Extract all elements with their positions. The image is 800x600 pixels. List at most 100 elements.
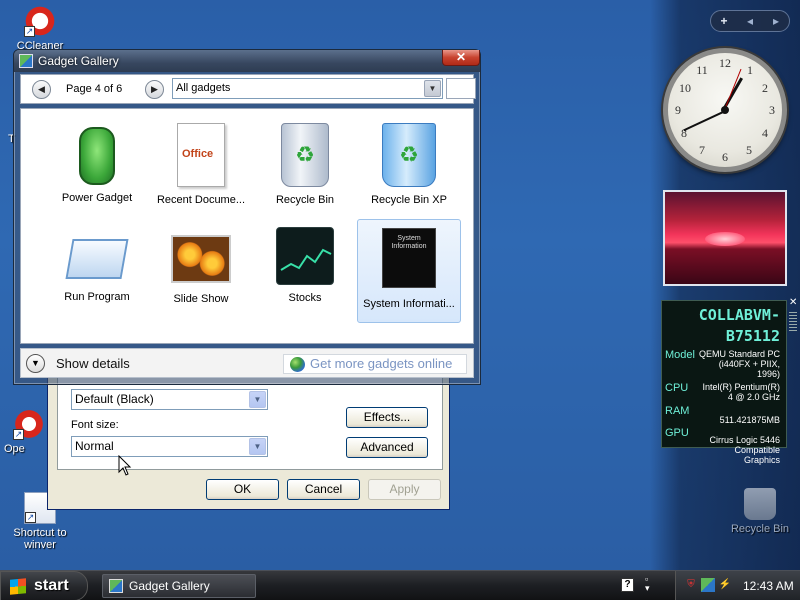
clock-number: 7 [699, 143, 705, 157]
title-bar[interactable]: Gadget Gallery ✕ [14, 50, 480, 72]
system-info-gadget[interactable]: COLLABVM- B75112 Model QEMU Standard PC … [661, 300, 787, 465]
globe-icon [290, 357, 305, 372]
clock-second-hand [724, 68, 742, 110]
sidebar-controls: + ◂ ▸ [710, 10, 790, 32]
gadget-name: System Informati... [363, 298, 455, 310]
gadget-name: Slide Show [173, 293, 229, 305]
category-select[interactable]: All gadgets ▼ [172, 78, 443, 99]
clock-number: 11 [696, 63, 708, 77]
clock-minute-hand [683, 110, 726, 132]
next-page-button[interactable]: ▶ [145, 80, 164, 99]
desktop-icon-ccleaner[interactable]: ↗ CCleaner [0, 5, 80, 52]
prev-gadgets-button[interactable]: ◂ [738, 14, 762, 28]
recycle-bin-icon [744, 488, 776, 520]
previous-page-button[interactable]: ◀ [32, 80, 51, 99]
recycle-bin-xp-icon: ♻ [382, 123, 436, 187]
clock-center [721, 106, 729, 114]
sunset-image [705, 232, 745, 246]
gadget-system-information[interactable]: System Information System Informati... [357, 219, 461, 323]
stocks-icon [276, 227, 334, 285]
clock-gadget[interactable]: 12 1 2 3 4 5 6 7 8 9 10 11 [663, 48, 787, 172]
help-icon[interactable]: ? [621, 578, 634, 592]
page-indicator: Page 4 of 6 [66, 83, 123, 95]
clock-number: 6 [722, 150, 728, 164]
battery-icon [79, 127, 115, 185]
clock-number: 9 [675, 103, 681, 117]
ok-button[interactable]: OK [206, 479, 279, 500]
gallery-footer: ▼ Show details Get more gadgets online [20, 348, 474, 378]
clock-number: 1 [747, 63, 753, 77]
add-gadget-button[interactable]: + [712, 14, 736, 28]
shortcut-arrow-icon: ↗ [13, 429, 24, 440]
hostname: COLLABVM- B75112 [698, 306, 780, 345]
gadget-power-gadget[interactable]: Power Gadget [45, 119, 149, 217]
gadget-close-icon[interactable]: ✕ [789, 298, 800, 309]
model-label: Model [665, 349, 695, 361]
font-size-select[interactable]: Normal ▼ [71, 436, 268, 457]
next-gadgets-button[interactable]: ▸ [764, 14, 788, 28]
clock-number: 2 [762, 81, 768, 95]
cpu-label: CPU [665, 382, 689, 394]
shortcut-arrow-icon: ↗ [24, 26, 35, 37]
desktop-icon-label: Shortcut to winver [13, 527, 67, 551]
slideshow-icon [171, 235, 231, 283]
font-size-label: Font size: [71, 419, 119, 431]
show-details-button[interactable]: ▼ [26, 354, 45, 373]
taskbar-clock[interactable]: 12:43 AM [743, 579, 794, 593]
safely-remove-icon[interactable]: ⚡ [718, 578, 732, 592]
system-tray: ⛨ ⚡ 12:43 AM [675, 571, 800, 600]
gadget-drag-handle[interactable] [789, 312, 797, 332]
windows-logo-icon [10, 578, 26, 595]
search-input[interactable] [446, 78, 476, 99]
mouse-cursor-icon [118, 455, 132, 476]
chevron-down-icon: ▼ [424, 80, 441, 97]
run-program-icon [65, 239, 129, 279]
gadget-grid: Power Gadget Office Recent Docume... ♻ R… [20, 108, 474, 344]
desktop-icon-recycle-bin[interactable]: Recycle Bin [720, 488, 800, 535]
gadget-gallery-icon [109, 579, 123, 593]
ccleaner-icon: ↗ [24, 5, 56, 37]
security-shield-icon[interactable]: ⛨ [684, 578, 698, 592]
chevron-down-icon: ▼ [249, 391, 266, 408]
gadget-gallery-icon [19, 54, 33, 68]
gadget-stocks[interactable]: Stocks [253, 223, 357, 321]
gadget-name: Power Gadget [61, 192, 133, 204]
gadget-gallery-window: Gadget Gallery ✕ ◀ Page 4 of 6 ▶ All gad… [13, 49, 481, 385]
advanced-button[interactable]: Advanced [346, 437, 428, 458]
gadget-name: Stocks [288, 292, 322, 304]
color-scheme-select[interactable]: Default (Black) ▼ [71, 389, 268, 410]
gadget-recycle-bin[interactable]: ♻ Recycle Bin [253, 119, 357, 217]
effects-button[interactable]: Effects... [346, 407, 428, 428]
close-button[interactable]: ✕ [442, 50, 480, 66]
system-info-icon: System Information [382, 228, 436, 288]
ram-label: RAM [665, 405, 690, 417]
gadget-name: Recycle Bin XP [371, 194, 447, 206]
shortcut-arrow-icon: ↗ [25, 512, 36, 523]
gadget-name: Recent Docume... [156, 194, 246, 206]
clock-number: 12 [719, 56, 731, 70]
recycle-bin-icon: ♻ [281, 123, 329, 187]
taskbar: start Gadget Gallery ⛨ ⚡ 12:43 AM [0, 570, 800, 600]
slideshow-gadget[interactable] [663, 190, 787, 286]
taskbar-item-gadget-gallery[interactable]: Gadget Gallery [102, 574, 256, 598]
chevron-down-icon: ▼ [249, 438, 266, 455]
clock-number: 10 [679, 81, 691, 95]
gadget-recycle-bin-xp[interactable]: ♻ Recycle Bin XP [357, 119, 461, 217]
cancel-button[interactable]: Cancel [287, 479, 360, 500]
gallery-toolbar: ◀ Page 4 of 6 ▶ All gadgets ▼ [20, 74, 476, 104]
gadget-recent-documents[interactable]: Office Recent Docume... [149, 119, 253, 217]
clock-number: 5 [746, 143, 752, 157]
start-button[interactable]: start [0, 571, 88, 600]
gadget-slide-show[interactable]: Slide Show [149, 223, 253, 321]
window-title: Gadget Gallery [38, 54, 119, 68]
show-details-label[interactable]: Show details [56, 356, 130, 371]
gadget-run-program[interactable]: Run Program [45, 223, 149, 321]
gadget-name: Recycle Bin [275, 194, 335, 206]
gadget-name: Run Program [64, 291, 130, 303]
shortcut-icon: ↗ [13, 408, 45, 440]
language-icon[interactable]: ▫ ▾ [645, 575, 650, 593]
clock-number: 4 [762, 126, 768, 140]
network-icon[interactable] [701, 578, 715, 592]
get-more-gadgets-link[interactable]: Get more gadgets online [283, 354, 467, 374]
apply-button[interactable]: Apply [368, 479, 441, 500]
